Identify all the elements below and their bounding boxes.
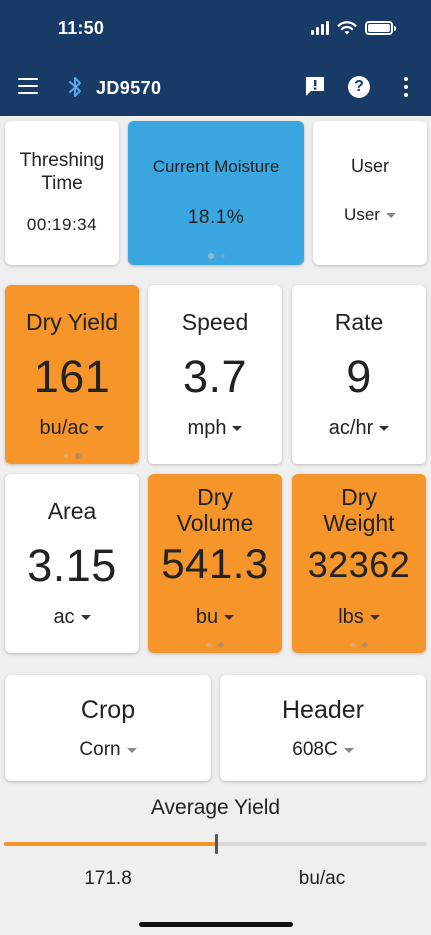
- average-yield-unit: bu/ac: [298, 868, 346, 889]
- dry-weight-unit-dropdown[interactable]: lbs: [292, 606, 426, 629]
- device-name: JD9570: [96, 78, 162, 98]
- chevron-down-icon: [224, 615, 235, 620]
- dry-weight-value: 32362: [307, 544, 411, 585]
- app-bar: JD9570 ?: [0, 66, 431, 110]
- chevron-down-icon: [94, 426, 105, 431]
- rate-card[interactable]: Rate 9 ac/hr: [292, 285, 426, 464]
- speed-unit: mph: [187, 417, 227, 439]
- area-value: 3.15: [27, 540, 117, 591]
- bluetooth-icon: [69, 77, 81, 97]
- page-dots: [148, 642, 282, 648]
- threshing-time-value: 00:19:34: [26, 215, 98, 234]
- dry-volume-unit: bu: [195, 606, 219, 628]
- chevron-down-icon: [343, 747, 354, 753]
- area-card[interactable]: Area 3.15 ac: [5, 474, 139, 653]
- chevron-down-icon: [232, 426, 243, 431]
- dry-volume-unit-dropdown[interactable]: bu: [148, 606, 282, 629]
- header-card[interactable]: Header 608C: [220, 675, 426, 781]
- dry-yield-card[interactable]: Dry Yield 161 bu/ac: [5, 285, 139, 464]
- user-value: User: [344, 205, 380, 224]
- app-header: 11:50 JD9570 ?: [0, 0, 431, 116]
- rate-title: Rate: [334, 309, 384, 335]
- header-title: Header: [282, 696, 364, 724]
- battery-icon: [365, 21, 396, 35]
- chevron-down-icon: [126, 747, 137, 753]
- dry-yield-unit: bu/ac: [39, 417, 89, 439]
- area-unit-dropdown[interactable]: ac: [5, 606, 139, 629]
- average-yield-title: Average Yield: [150, 796, 281, 819]
- status-time: 11:50: [58, 18, 105, 38]
- speed-value: 3.7: [182, 351, 248, 402]
- dry-weight-title-line2: Weight: [323, 510, 395, 536]
- crop-value: Corn: [79, 739, 121, 760]
- area-unit: ac: [53, 606, 75, 628]
- page-dots: [292, 642, 426, 648]
- user-dropdown[interactable]: User: [313, 205, 427, 225]
- dry-volume-title-line1: Dry: [197, 484, 233, 510]
- dry-yield-unit-dropdown[interactable]: bu/ac: [5, 417, 139, 440]
- slider-fill: [4, 842, 216, 846]
- page-dots: [5, 453, 139, 459]
- header-value: 608C: [292, 739, 338, 760]
- chevron-down-icon: [379, 426, 390, 431]
- signal-icon: [311, 21, 329, 35]
- dry-weight-unit: lbs: [338, 606, 364, 628]
- crop-dropdown[interactable]: Corn: [5, 739, 211, 761]
- menu-icon[interactable]: [18, 78, 38, 94]
- area-title: Area: [47, 498, 97, 524]
- moisture-value: 18.1%: [187, 207, 245, 228]
- dry-volume-title-line2: Volume: [176, 510, 254, 536]
- page-dots: [128, 253, 304, 259]
- dry-yield-value: 161: [33, 351, 111, 402]
- wifi-icon: [337, 21, 357, 35]
- rate-unit-dropdown[interactable]: ac/hr: [292, 417, 426, 440]
- dry-weight-card[interactable]: Dry Weight 32362 lbs: [292, 474, 426, 653]
- crop-card[interactable]: Crop Corn: [5, 675, 211, 781]
- speed-unit-dropdown[interactable]: mph: [148, 417, 282, 440]
- average-yield-value: 171.8: [84, 868, 132, 889]
- crop-title: Crop: [80, 696, 136, 724]
- rate-unit: ac/hr: [328, 417, 374, 439]
- dry-weight-title-line1: Dry: [341, 484, 377, 510]
- user-card[interactable]: User User: [313, 121, 427, 265]
- rate-value: 9: [346, 351, 372, 402]
- average-yield-slider[interactable]: [4, 834, 427, 854]
- current-moisture-card[interactable]: Current Moisture 18.1%: [128, 121, 304, 265]
- home-indicator: [139, 922, 293, 927]
- slider-thumb[interactable]: [214, 834, 218, 854]
- chevron-down-icon: [385, 212, 396, 218]
- speed-card[interactable]: Speed 3.7 mph: [148, 285, 282, 464]
- dry-yield-title: Dry Yield: [25, 309, 119, 335]
- dry-volume-value: 541.3: [161, 540, 269, 587]
- header-dropdown[interactable]: 608C: [220, 739, 426, 761]
- alert-icon[interactable]: [304, 75, 326, 97]
- help-icon[interactable]: ?: [348, 76, 370, 98]
- more-vert-icon[interactable]: [404, 77, 408, 97]
- chevron-down-icon: [80, 615, 91, 620]
- threshing-title-line1: Threshing: [19, 150, 105, 171]
- chevron-down-icon: [369, 615, 380, 620]
- user-title: User: [350, 156, 389, 176]
- dry-volume-card[interactable]: Dry Volume 541.3 bu: [148, 474, 282, 653]
- threshing-time-card[interactable]: Threshing Time 00:19:34: [5, 121, 119, 265]
- speed-title: Speed: [181, 309, 249, 335]
- moisture-title: Current Moisture: [152, 157, 280, 176]
- threshing-title-line2: Time: [41, 173, 83, 194]
- status-icons: [311, 20, 396, 36]
